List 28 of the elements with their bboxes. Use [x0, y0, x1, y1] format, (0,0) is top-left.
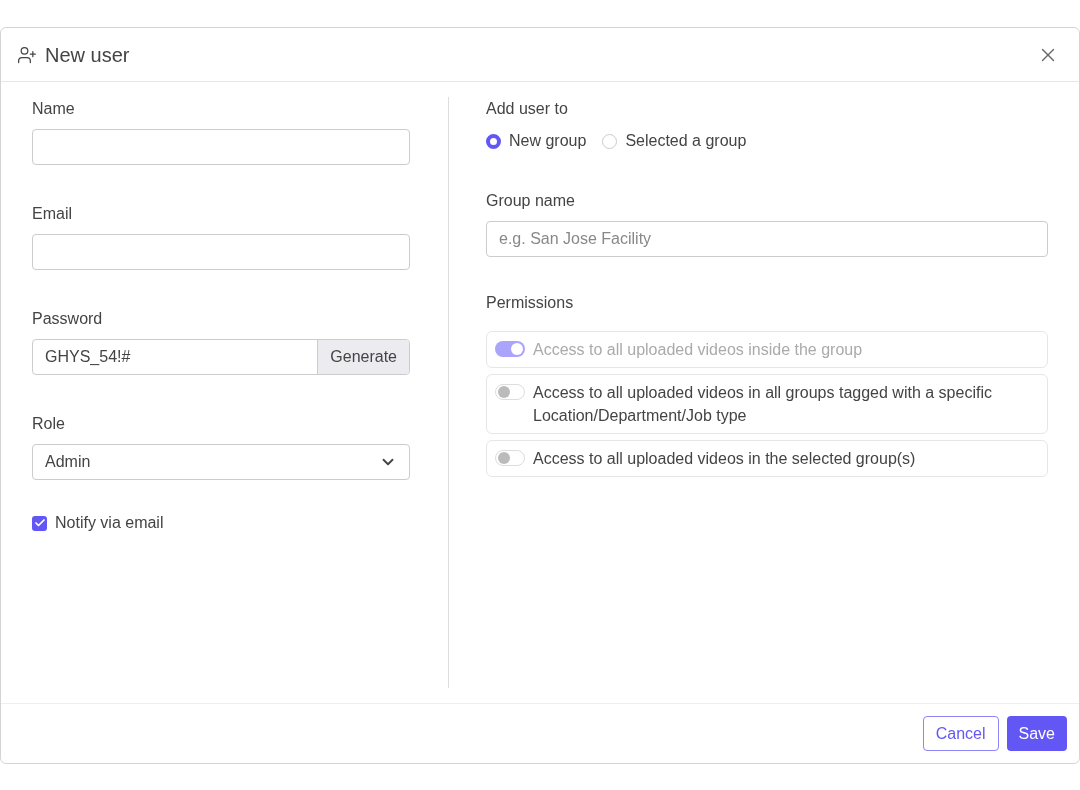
- toggle-switch[interactable]: [495, 384, 525, 400]
- password-field[interactable]: GHYS_54!# Generate: [32, 339, 410, 375]
- field-label: Name: [32, 99, 76, 119]
- checkbox-label: Notify via email: [55, 513, 164, 533]
- section-label: Permissions: [486, 293, 575, 313]
- generate-button[interactable]: Generate: [317, 340, 409, 374]
- text-field[interactable]: [32, 129, 410, 165]
- cancel-button[interactable]: Cancel: [922, 716, 999, 751]
- field-label: Email: [32, 204, 73, 224]
- radio-label: Selected a group: [625, 131, 747, 151]
- radio-label: New group: [509, 131, 587, 151]
- permission-label: Access to all uploaded videos in all groups tagged with a specific Location/Department/Job type: [533, 383, 993, 426]
- field-label: Group name: [486, 191, 576, 211]
- checkbox[interactable]: [32, 515, 47, 531]
- save-button[interactable]: Save: [1006, 716, 1067, 751]
- toggle-switch[interactable]: [495, 450, 525, 466]
- field-label: Role: [32, 414, 66, 434]
- permission-label: Access to all uploaded videos in the selected group(s): [533, 449, 916, 469]
- user-plus-icon: [17, 44, 37, 65]
- field-label: Password: [32, 309, 104, 329]
- permission-label: Access to all uploaded videos inside the group: [533, 340, 863, 360]
- section-label: Add user to: [486, 99, 569, 119]
- dialog-title: New user: [45, 42, 130, 68]
- password-value: GHYS_54!#: [44, 347, 132, 367]
- radio-button[interactable]: [486, 133, 501, 149]
- role-dropdown[interactable]: Admin: [32, 444, 410, 480]
- group-name-field[interactable]: e.g. San Jose Facility: [486, 221, 1048, 257]
- text-field[interactable]: [32, 234, 410, 270]
